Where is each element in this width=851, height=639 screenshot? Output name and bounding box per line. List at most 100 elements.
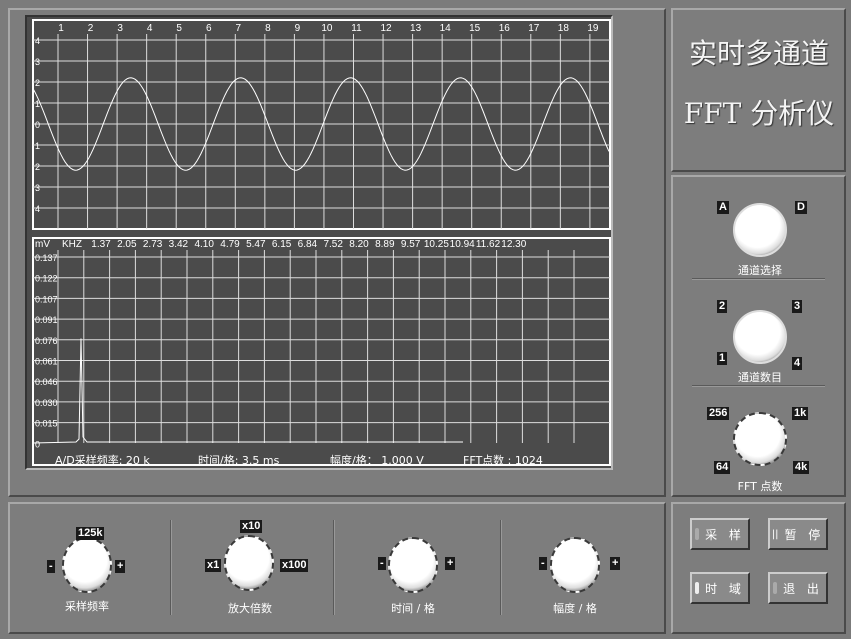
sample-button[interactable]: 采 样 xyxy=(690,518,750,550)
fft-y-label: 0.046 xyxy=(35,377,58,387)
time-x-label: 16 xyxy=(499,23,511,34)
fft-x-label: 1.37 xyxy=(91,239,111,250)
fft-opt-64: 64 xyxy=(714,461,731,474)
time-x-label: 15 xyxy=(469,23,481,34)
sample-rate-label: 采样频率 xyxy=(65,600,109,613)
fft-x-label: 9.57 xyxy=(401,239,421,250)
fft-x-label: 2.73 xyxy=(143,239,163,250)
channel-count-knob[interactable] xyxy=(733,310,787,364)
fft-x-label: 4.10 xyxy=(194,239,214,250)
time-x-label: 14 xyxy=(440,23,452,34)
fft-x-label: 8.89 xyxy=(375,239,395,250)
fft-plot-frame xyxy=(32,237,611,466)
status-amp-div: 幅度/格： 1.000 V xyxy=(330,454,424,467)
fft-opt-256: 256 xyxy=(707,407,730,420)
fft-y-label: 0.015 xyxy=(35,419,58,429)
status-time-div: 时间/格: 3.5 ms xyxy=(198,454,280,467)
count-opt-1: 1 xyxy=(717,352,728,365)
count-opt-2: 2 xyxy=(717,300,728,313)
fft-x-label: 12.30 xyxy=(501,239,526,250)
fft-y-label: 0.107 xyxy=(35,294,58,304)
pause-button[interactable]: || 暂 停 xyxy=(768,518,828,550)
channel-select-label: 通道选择 xyxy=(738,264,782,277)
time-y-label: 0 xyxy=(35,120,40,130)
sample-rate-max: 125k xyxy=(76,527,105,540)
fft-y-label: 0.030 xyxy=(35,398,58,408)
fft-opt-1k: 1k xyxy=(792,407,809,420)
time-x-label: 9 xyxy=(295,23,301,34)
fft-x-label: 5.47 xyxy=(246,239,266,250)
time-y-label: 4 xyxy=(35,204,40,214)
app-title-line1: 实时多通道 xyxy=(688,37,829,70)
fft-y-label: 0.137 xyxy=(35,253,58,263)
amp-div-plus[interactable]: + xyxy=(610,557,621,570)
time-x-label: 12 xyxy=(380,23,392,34)
fft-points-knob[interactable] xyxy=(733,412,787,466)
sample-rate-plus[interactable]: + xyxy=(115,560,126,573)
fft-y-label: 0.091 xyxy=(35,315,58,325)
gain-x100: x100 xyxy=(280,559,309,572)
channel-count-label: 通道数目 xyxy=(738,371,782,384)
exit-button[interactable]: 退 出 xyxy=(768,572,828,604)
fft-unit-x: KHZ xyxy=(62,239,82,250)
sample-rate-knob[interactable] xyxy=(62,537,112,593)
gain-x10: x10 xyxy=(240,520,263,533)
time-x-label: 11 xyxy=(351,23,362,34)
time-x-label: 1 xyxy=(58,23,64,34)
fft-x-label: 7.52 xyxy=(323,239,343,250)
fft-y-label: 0.076 xyxy=(35,336,58,346)
led-icon xyxy=(695,582,700,594)
time-x-label: 6 xyxy=(206,23,212,34)
time-x-label: 4 xyxy=(147,23,153,34)
fft-x-label: 11.62 xyxy=(476,239,501,250)
time-div-label: 时间 / 格 xyxy=(391,602,435,615)
time-y-label: 2 xyxy=(35,78,40,88)
fft-x-label: 8.20 xyxy=(349,239,369,250)
fft-x-label: 10.25 xyxy=(424,239,449,250)
time-x-label: 19 xyxy=(587,23,599,34)
time-x-label: 18 xyxy=(558,23,570,34)
time-x-label: 5 xyxy=(176,23,182,34)
fft-x-label: 6.84 xyxy=(298,239,318,250)
time-y-label: 4 xyxy=(35,36,40,46)
amp-div-label: 幅度 / 格 xyxy=(553,602,597,615)
channel-opt-d: D xyxy=(795,201,807,214)
time-x-label: 2 xyxy=(88,23,94,34)
fft-opt-4k: 4k xyxy=(793,461,810,474)
channel-select-knob[interactable] xyxy=(733,203,787,257)
time-x-label: 7 xyxy=(236,23,242,34)
time-div-minus[interactable]: - xyxy=(378,557,386,570)
fft-y-label: 0.061 xyxy=(35,357,58,367)
gain-knob[interactable] xyxy=(224,535,274,591)
gain-label: 放大倍数 xyxy=(228,602,272,615)
time-x-label: 13 xyxy=(410,23,422,34)
time-y-label: 3 xyxy=(35,57,40,67)
gain-x1: x1 xyxy=(205,559,222,572)
fft-x-label: 10.94 xyxy=(450,239,475,250)
count-opt-3: 3 xyxy=(792,300,803,313)
led-icon xyxy=(773,582,778,594)
pause-icon: || xyxy=(771,528,779,540)
sample-rate-minus[interactable]: - xyxy=(47,560,55,573)
fft-y-label: 0.122 xyxy=(35,274,58,284)
time-y-label: 3 xyxy=(35,183,40,193)
fft-x-label: 4.79 xyxy=(220,239,240,250)
led-icon xyxy=(695,528,700,540)
status-fft-points: FFT点数 : 1024 xyxy=(463,454,543,467)
time-div-plus[interactable]: + xyxy=(445,557,456,570)
amp-div-minus[interactable]: - xyxy=(539,557,547,570)
time-x-label: 3 xyxy=(117,23,123,34)
time-div-knob[interactable] xyxy=(388,537,438,593)
time-domain-button[interactable]: 时 域 xyxy=(690,572,750,604)
channel-opt-a: A xyxy=(717,201,729,214)
fft-unit-y: mV xyxy=(35,239,50,250)
amp-div-knob[interactable] xyxy=(550,537,600,593)
time-x-label: 17 xyxy=(528,23,540,34)
time-x-label: 10 xyxy=(321,23,333,34)
fft-points-label: FFT 点数 xyxy=(737,480,783,493)
status-sample-rate: A/D采样频率: 20 k xyxy=(55,454,150,467)
app-title-line2: FFT 分析仪 xyxy=(683,97,835,130)
fft-x-label: 6.15 xyxy=(272,239,292,250)
time-y-label: 1 xyxy=(35,141,40,151)
fft-y-label: 0 xyxy=(35,439,40,449)
